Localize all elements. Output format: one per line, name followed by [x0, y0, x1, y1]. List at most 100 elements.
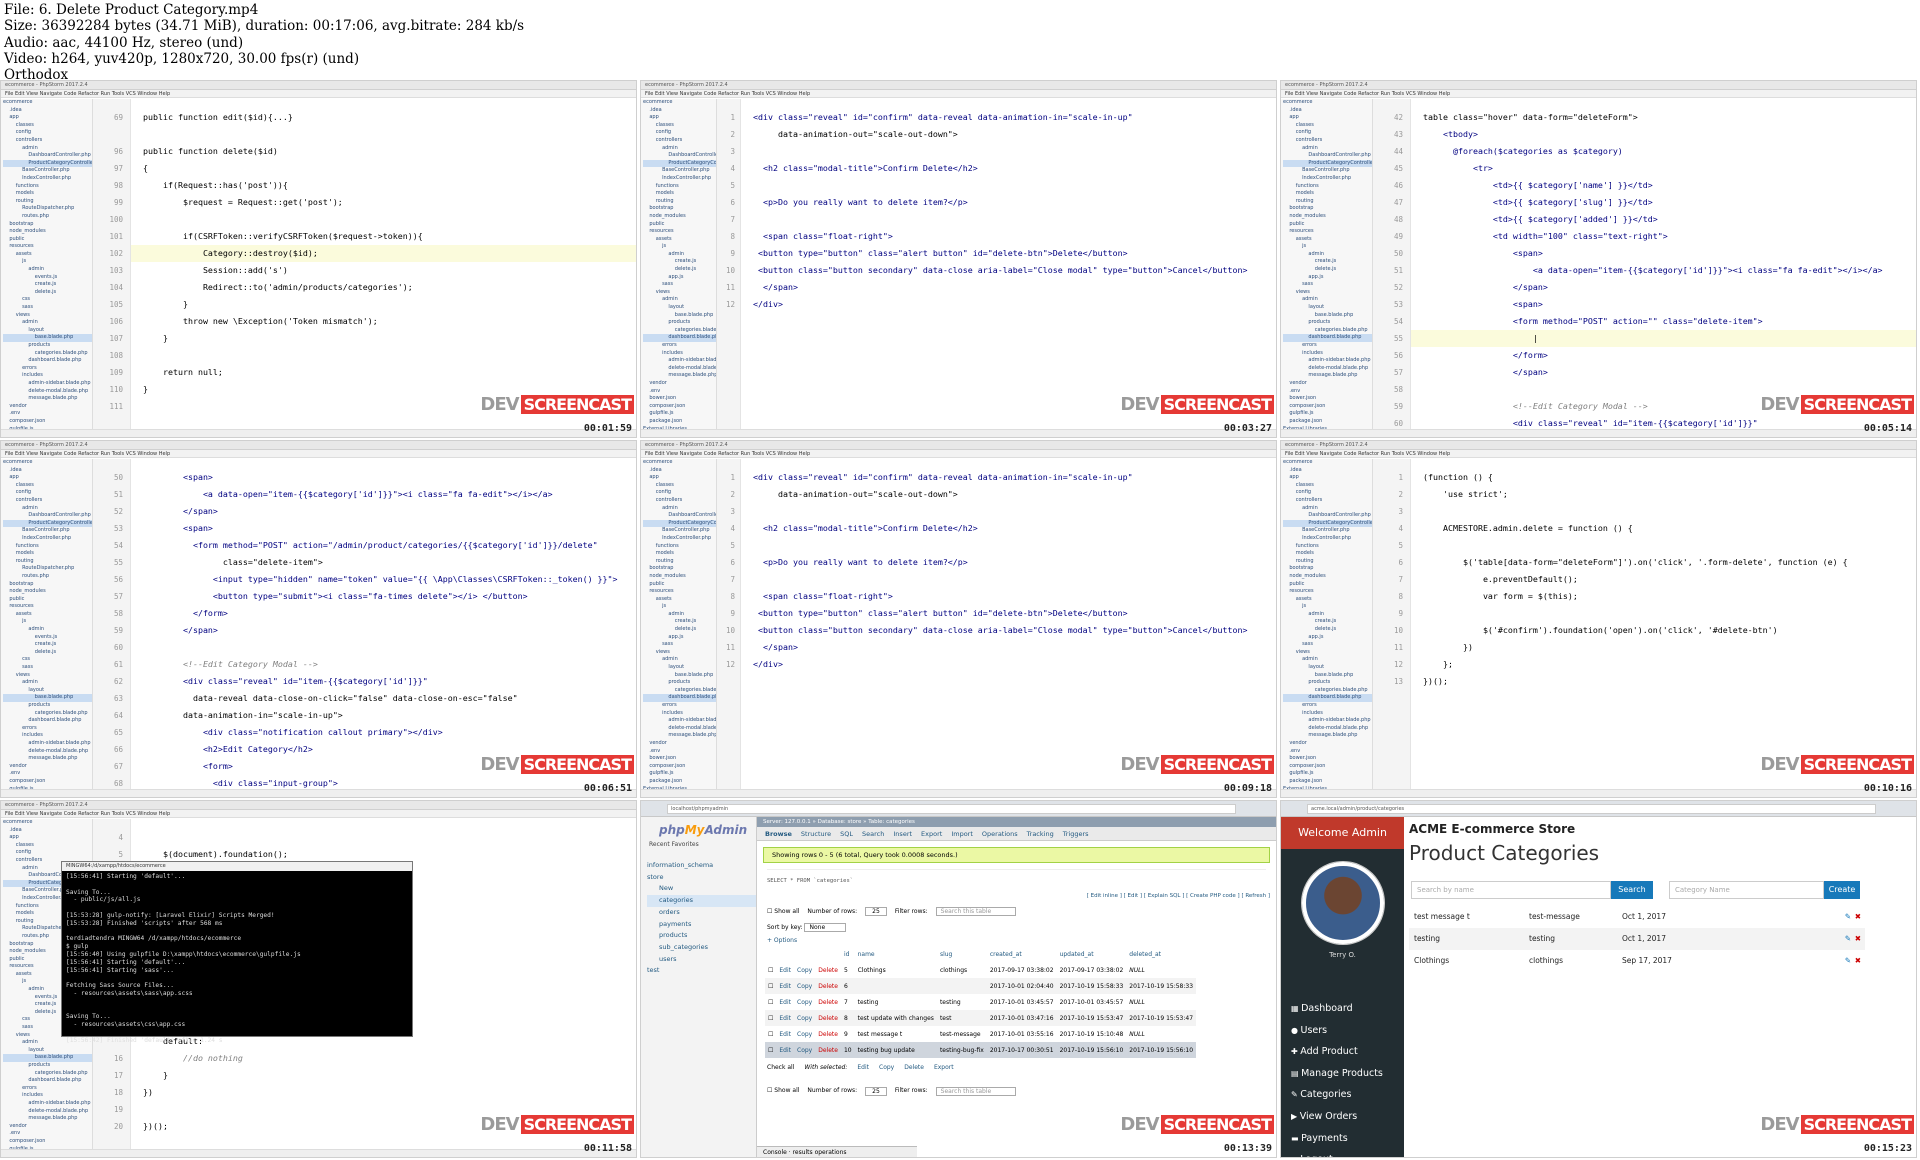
tree-item[interactable]: BaseController.php	[643, 527, 716, 535]
tree-item[interactable]: delete-modal.blade.php	[643, 725, 716, 733]
tree-item[interactable]: DashboardController.php	[1283, 512, 1372, 520]
tree-item[interactable]: admin-sidebar.blade.php	[3, 380, 92, 388]
pma-tab-sql[interactable]: SQL	[840, 830, 853, 838]
tree-item[interactable]: vendor	[3, 1123, 92, 1131]
tree-item[interactable]: base.blade.php	[3, 694, 92, 702]
tree-item[interactable]: admin	[3, 266, 92, 274]
tree-item[interactable]: resources	[1283, 588, 1372, 596]
row-checkbox[interactable]: ☐	[765, 994, 777, 1010]
tree-item[interactable]: node_modules	[643, 213, 716, 221]
tree-item[interactable]: message.blade.php	[1283, 372, 1372, 380]
tree-item[interactable]: package.json	[643, 418, 716, 426]
tree-item[interactable]: app	[643, 474, 716, 482]
tree-item[interactable]: admin	[1283, 251, 1372, 259]
tree-item[interactable]: admin-sidebar.blade.php	[1283, 357, 1372, 365]
tree-item[interactable]: base.blade.php	[643, 312, 716, 320]
tree-item[interactable]: .env	[3, 770, 92, 778]
tree-item[interactable]: includes	[1283, 350, 1372, 358]
tree-item[interactable]: functions	[643, 183, 716, 191]
filter-input[interactable]: Search this table	[935, 907, 1016, 916]
tree-item[interactable]: layout	[3, 327, 92, 335]
tree-item[interactable]: products	[3, 342, 92, 350]
tree-item[interactable]: public	[3, 596, 92, 604]
tree-item[interactable]: composer.json	[643, 403, 716, 411]
tree-item[interactable]: ecommerce	[3, 459, 92, 467]
tree-item[interactable]: base.blade.php	[643, 672, 716, 680]
terminal-window[interactable]: MINGW64:/d/xampp/htdocs/ecommerce [15:56:…	[61, 861, 413, 1044]
tree-item[interactable]: categories.blade.php	[3, 710, 92, 718]
tree-item[interactable]: includes	[3, 732, 92, 740]
tree-item[interactable]: controllers	[3, 137, 92, 145]
tree-item[interactable]: admin	[1283, 505, 1372, 513]
tree-item[interactable]: events.js	[3, 274, 92, 282]
tree-item[interactable]: gulpfile.js	[643, 770, 716, 778]
pma-tree-item[interactable]: New	[647, 883, 756, 895]
tree-item[interactable]: message.blade.php	[3, 395, 92, 403]
bulk-export-button[interactable]: Export	[934, 1064, 954, 1071]
row-delete-link[interactable]: Delete	[815, 1042, 841, 1058]
tree-item[interactable]: create.js	[643, 618, 716, 626]
tree-item[interactable]: admin	[3, 679, 92, 687]
pma-tab-tracking[interactable]: Tracking	[1027, 830, 1054, 838]
tree-item[interactable]: node_modules	[3, 228, 92, 236]
tree-item[interactable]: public	[643, 581, 716, 589]
tree-item[interactable]: assets	[1283, 596, 1372, 604]
tree-item[interactable]: classes	[3, 842, 92, 850]
address-bar[interactable]: localhost/phpmyadmin	[667, 804, 1236, 814]
row-copy-link[interactable]: Copy	[794, 1010, 816, 1026]
tree-item[interactable]: BaseController.php	[1283, 167, 1372, 175]
tree-item[interactable]: routing	[3, 558, 92, 566]
tree-item[interactable]: routing	[1283, 558, 1372, 566]
code-editor[interactable]: public function edit($id){...} public fun…	[131, 99, 636, 429]
tree-item[interactable]: ProductCategoryController.php	[643, 519, 716, 528]
tree-item[interactable]: functions	[643, 543, 716, 551]
tree-item[interactable]: .env	[3, 1130, 92, 1138]
column-header[interactable]: updated_at	[1056, 946, 1127, 962]
tree-item[interactable]: errors	[1283, 342, 1372, 350]
bulk-copy-button[interactable]: Copy	[879, 1064, 894, 1071]
tree-item[interactable]: RouteDispatcher.php	[3, 205, 92, 213]
tree-item[interactable]: js	[643, 603, 716, 611]
tree-item[interactable]: create.js	[3, 281, 92, 289]
tree-item[interactable]: .env	[643, 748, 716, 756]
tree-item[interactable]: base.blade.php	[3, 334, 92, 342]
tree-item[interactable]: sass	[643, 281, 716, 289]
tree-item[interactable]: config	[3, 129, 92, 137]
pma-nav-links[interactable]: Recent Favorites	[641, 837, 756, 848]
tree-item[interactable]: routing	[1283, 198, 1372, 206]
tree-item[interactable]: IndexController.php	[643, 175, 716, 183]
row-delete-link[interactable]: Delete	[815, 962, 841, 978]
tree-item[interactable]: classes	[1283, 122, 1372, 130]
delete-icon[interactable]: ✖	[1855, 928, 1861, 950]
code-editor[interactable]: <span> <a data-open="item-{{$category['i…	[131, 459, 636, 789]
tree-item[interactable]: functions	[1283, 183, 1372, 191]
tree-item[interactable]: bootstrap	[643, 205, 716, 213]
row-edit-link[interactable]: Edit	[776, 1042, 795, 1058]
row-delete-link[interactable]: Delete	[815, 1026, 841, 1042]
tree-item[interactable]: views	[643, 289, 716, 297]
tree-item[interactable]: message.blade.php	[1283, 732, 1372, 740]
tree-item[interactable]: config	[3, 489, 92, 497]
tree-item[interactable]: app.js	[643, 274, 716, 282]
pma-tree-item[interactable]: information_schema	[647, 860, 756, 872]
tree-item[interactable]: vendor	[643, 380, 716, 388]
tree-item[interactable]: DashboardController.php	[643, 512, 716, 520]
bulk-edit-button[interactable]: Edit	[857, 1064, 869, 1071]
tree-item[interactable]: routes.php	[3, 573, 92, 581]
tree-item[interactable]: create.js	[3, 641, 92, 649]
tree-item[interactable]: assets	[1283, 236, 1372, 244]
nav-view-orders[interactable]: ▶ View Orders	[1291, 1106, 1383, 1128]
tree-item[interactable]: app	[1283, 474, 1372, 482]
tree-item[interactable]: ecommerce	[643, 459, 716, 467]
tree-item[interactable]: DashboardController.php	[643, 152, 716, 160]
tree-item[interactable]: resources	[3, 603, 92, 611]
row-checkbox[interactable]: ☐	[765, 1026, 777, 1042]
show-all-checkbox[interactable]: ☐ Show all	[767, 908, 799, 915]
tree-item[interactable]: admin-sidebar.blade.php	[643, 357, 716, 365]
tree-item[interactable]: .env	[643, 388, 716, 396]
tree-item[interactable]: app	[3, 114, 92, 122]
nav-categories[interactable]: ✎ Categories	[1291, 1084, 1383, 1106]
tree-item[interactable]: ProductCategoryController.php	[3, 519, 92, 528]
code-editor[interactable]: table class="hover" data-form="deleteFor…	[1411, 99, 1916, 429]
tree-item[interactable]: base.blade.php	[3, 1054, 92, 1062]
